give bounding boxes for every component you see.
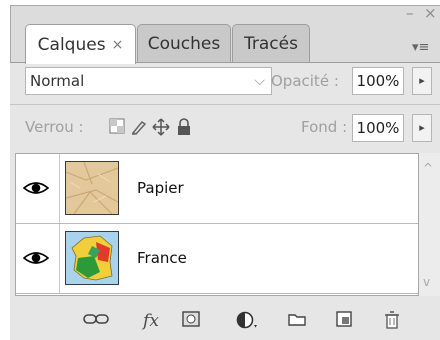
scroll-up-icon[interactable]: ^	[423, 161, 433, 175]
tab-label: Calques	[37, 34, 106, 55]
lock-label: Verrou :	[25, 118, 84, 136]
fill-field[interactable]: 100%	[352, 114, 404, 142]
delete-layer-icon[interactable]	[382, 311, 402, 331]
layer-mask-icon[interactable]	[180, 311, 202, 331]
chevron-down-icon: ⌵	[254, 73, 265, 89]
layers-scrollbar[interactable]: ^ v	[419, 153, 440, 296]
tab-couches[interactable]: Couches	[137, 24, 231, 62]
opacity-field[interactable]: 100%	[352, 67, 404, 95]
blend-mode-select[interactable]: Normal ⌵	[25, 67, 272, 95]
new-layer-icon[interactable]	[334, 311, 354, 331]
layer-style-icon[interactable]: fx	[136, 311, 166, 331]
layer-thumbnail	[65, 161, 119, 215]
minimize-icon[interactable]: –	[406, 5, 414, 21]
lock-all-icon[interactable]	[174, 118, 194, 138]
panel-menu-icon[interactable]: ▾≡	[412, 40, 429, 55]
blend-mode-value: Normal	[30, 72, 85, 90]
lock-position-icon[interactable]	[151, 118, 171, 138]
tab-label: Couches	[147, 33, 221, 54]
tab-calques[interactable]: Calques ×	[25, 24, 136, 64]
new-group-icon[interactable]	[286, 311, 308, 331]
layer-row-france[interactable]: France	[16, 224, 418, 294]
tab-traces[interactable]: Tracés	[232, 24, 310, 62]
visibility-toggle[interactable]	[16, 154, 60, 223]
lock-transparent-icon[interactable]	[107, 118, 127, 138]
fill-stepper-icon[interactable]: ▸	[412, 114, 432, 142]
layer-thumbnail	[65, 231, 119, 285]
eye-icon	[23, 182, 49, 194]
scroll-down-icon[interactable]: v	[423, 275, 430, 289]
layer-row-papier[interactable]: Papier	[16, 154, 418, 224]
link-layers-icon[interactable]	[82, 311, 110, 331]
divider	[10, 104, 440, 105]
tab-label: Tracés	[244, 33, 298, 54]
eye-icon	[23, 252, 49, 264]
layer-name[interactable]: France	[137, 249, 187, 267]
tab-close-icon[interactable]: ×	[112, 37, 124, 53]
opacity-stepper-icon[interactable]: ▸	[412, 67, 432, 95]
visibility-toggle[interactable]	[16, 224, 60, 293]
close-icon[interactable]: ×	[424, 5, 437, 21]
opacity-label: Opacité :	[271, 72, 339, 90]
adjustment-layer-icon[interactable]	[234, 311, 260, 331]
fill-label: Fond :	[301, 118, 348, 136]
lock-image-icon[interactable]	[129, 118, 149, 138]
layers-list: Papier France	[15, 153, 419, 296]
layers-panel: – × Calques × Couches Tracés ▾≡ Normal ⌵…	[0, 0, 440, 340]
layer-name[interactable]: Papier	[137, 179, 184, 197]
panel-title-bar: – ×	[10, 5, 440, 21]
